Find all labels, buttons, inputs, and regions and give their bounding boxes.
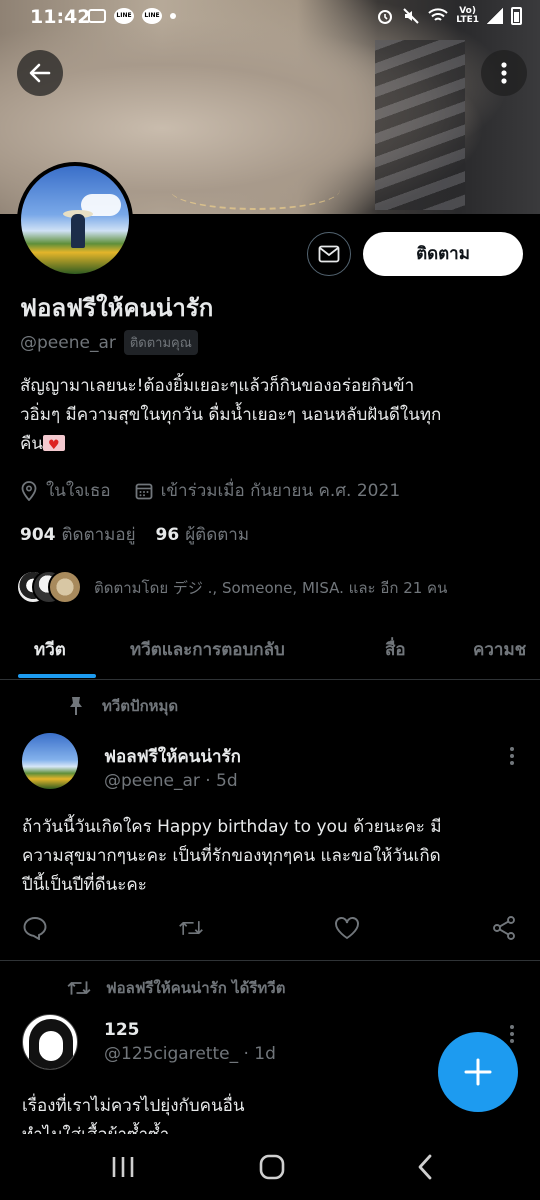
followed-by-text: ติดตามโดย デジ ., Someone, MISA. และ อีก 2… [94,579,448,597]
tweet-author-avatar[interactable] [22,1014,78,1070]
bio-line-text: คืน [20,434,43,454]
system-nav-bar [0,1134,540,1200]
more-options-button[interactable] [481,50,527,96]
system-icons: Vo) LTE1 [376,7,522,25]
follows-you-badge: ติดตามคุณ [123,330,198,355]
followed-by-avatars [16,570,86,606]
calendar-icon [135,482,153,500]
like-icon [335,917,359,940]
profile-display-name: ฟอลฟรีให้คนน่ารัก [20,294,214,322]
tweet-actions [0,907,540,947]
retweet-context: ฟอลฟรีให้คนน่ารัก ได้รีทวีต [66,976,285,1000]
network-type: LTE1 [456,15,479,25]
compose-plus-icon [464,1058,492,1086]
tab-tweets[interactable]: ทวีต [34,636,66,663]
gallery-icon [88,9,106,23]
follower-avatar [48,570,82,604]
back-button[interactable] [17,50,63,96]
retweet-context-text: ฟอลฟรีให้คนน่ารัก ได้รีทวีต [106,979,286,997]
bio-line: คืน [20,430,525,460]
pinned-label-text: ทวีตปักหมุด [102,697,179,715]
profile-tabs: ทวีต ทวีตและการตอบกลับ สื่อ ความช [0,622,540,680]
message-button[interactable] [307,232,351,276]
share-button[interactable] [491,915,517,941]
followed-by-row[interactable]: ติดตามโดย デジ ., Someone, MISA. และ อีก 2… [16,570,447,606]
mail-icon [318,245,340,263]
wifi-icon [428,8,448,21]
profile-bio: สัญญามาเลยนะ!ต้องยิ้มเยอะๆแล้วก็กินของอร… [20,372,525,460]
home-icon [259,1154,285,1180]
compose-tweet-button[interactable] [438,1032,518,1112]
tweet-text-line: ปีนี้เป็นปีที่ดีนะคะ [22,875,147,895]
signal-icon [487,8,503,24]
love-letter-emoji-icon [43,431,65,460]
share-icon [493,916,515,940]
home-button[interactable] [257,1152,287,1182]
notification-icons: LINE LINE [88,8,176,24]
profile-meta: ในใจเธอ เข้าร่วมเมื่อ กันยายน ค.ศ. 2021 [20,477,400,504]
nav-back-icon [418,1154,432,1180]
avatar-figure [71,214,85,248]
handle-row: @peene_ar ติดตามคุณ [20,330,198,355]
tweet-handle-time: @125cigarette_ · 1d [104,1044,276,1064]
recents-button[interactable] [108,1152,138,1182]
following-count[interactable]: 904 [20,525,56,545]
banner-stripe [375,40,465,210]
followers-label[interactable]: ผู้ติดตาม [185,521,249,548]
reply-button[interactable] [22,915,48,941]
recents-icon [112,1157,134,1177]
following-label[interactable]: ติดตามอยู่ [62,521,136,548]
more-vertical-icon [510,1025,514,1043]
profile-joined-date: เข้าร่วมเมื่อ กันยายน ค.ศ. 2021 [160,481,401,501]
tweet-author-name[interactable]: 125 [104,1020,140,1040]
more-vertical-icon [510,747,514,765]
profile-handle: @peene_ar [20,332,116,353]
retweet-icon [179,921,203,935]
location-pin-icon [20,480,38,501]
tweet-divider [0,960,540,961]
system-back-button[interactable] [410,1152,440,1182]
tweet-more-button[interactable] [500,744,524,768]
tweet-text-line: ถ้าวันนี้วันเกิดใคร Happy birthday to yo… [22,817,442,837]
reply-icon [23,917,47,940]
tweet-text: ถ้าวันนี้วันเกิดใคร Happy birthday to yo… [22,813,522,900]
pin-icon [68,696,84,716]
tweet-handle-time: @peene_ar · 5d [104,771,238,791]
status-bar: 11:42 LINE LINE Vo) LTE1 [0,0,540,34]
retweet-button[interactable] [178,915,204,941]
mute-icon [403,8,419,24]
followers-count[interactable]: 96 [156,525,180,545]
like-button[interactable] [334,915,360,941]
follow-button[interactable]: ติดตาม [363,232,523,276]
tab-tweets-replies[interactable]: ทวีตและการตอบกลับ [130,636,285,663]
more-notifications-dot-icon [170,13,176,19]
battery-icon [511,7,522,25]
alarm-icon [378,10,393,24]
network-label: Vo) LTE1 [456,6,479,25]
active-tab-indicator [18,674,96,678]
bio-line: สัญญามาเลยนะ!ต้องยิ้มเยอะๆแล้วก็กินของอร… [20,376,415,396]
line-app-icon: LINE [114,8,134,24]
profile-avatar[interactable] [17,162,133,278]
tweet-author-name[interactable]: ฟอลฟรีให้คนน่ารัก [104,743,241,770]
tweet-text-line: ทำไมใส่เสื้อผ้าซ้ำซ้ำ [22,1121,522,1134]
tab-media[interactable]: สื่อ [385,636,406,663]
retweet-icon [66,978,92,998]
banner-light-arc [170,170,340,210]
line-app-icon-2: LINE [142,8,162,24]
more-vertical-icon [501,62,507,84]
status-time: 11:42 [30,6,91,28]
profile-location: ในใจเธอ [46,481,111,501]
pinned-tweet-label: ทวีตปักหมุด [68,694,178,718]
tab-likes[interactable]: ความช [473,636,526,663]
back-arrow-icon [29,63,51,83]
follow-stats: 904 ติดตามอยู่ 96 ผู้ติดตาม [20,521,269,548]
tweet-text-line: ความสุขมากๆนะคะ เป็นที่รักของทุกๆคน และข… [22,846,441,866]
bio-line: วอิ่มๆ มีความสุขในทุกวัน ดื่มน้ำเยอะๆ นอ… [20,405,442,425]
tweet-author-avatar[interactable] [22,733,78,789]
avatar-face [39,1031,63,1061]
